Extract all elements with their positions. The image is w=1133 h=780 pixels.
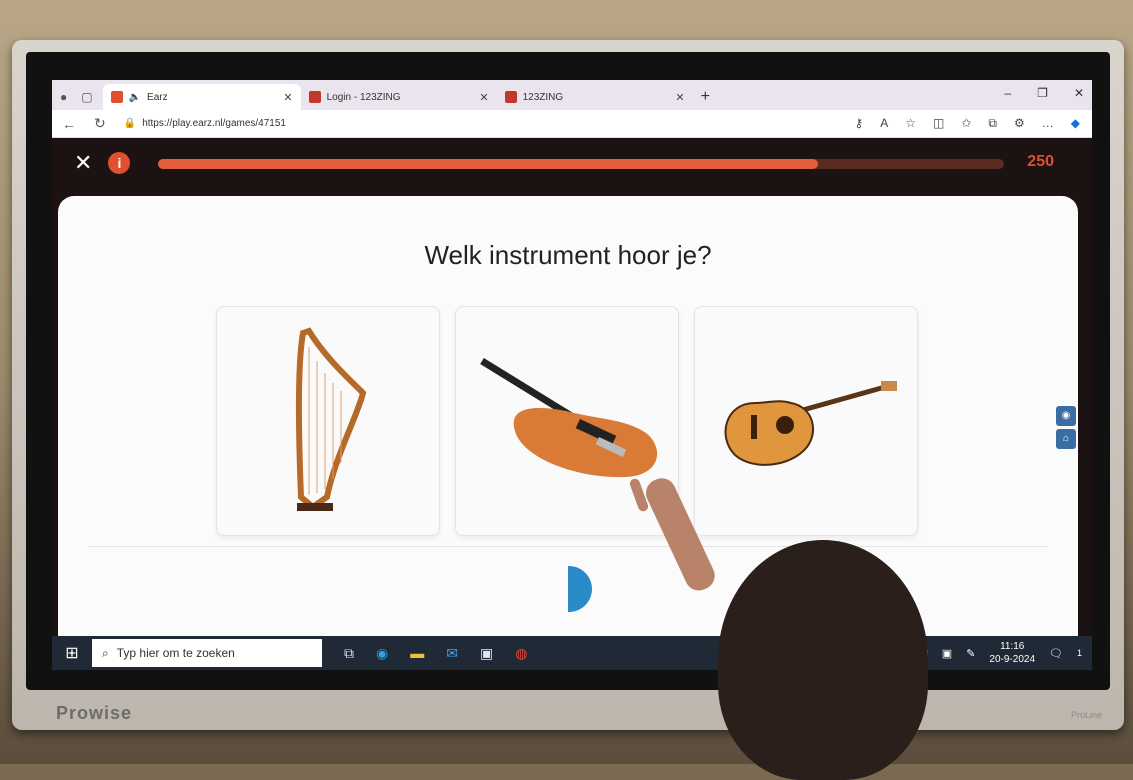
tab-label: Login - 123ZING xyxy=(327,92,401,103)
close-tab-icon[interactable]: ✕ xyxy=(675,91,684,104)
progress-bar xyxy=(158,159,1004,169)
copilot-icon[interactable]: ◆ xyxy=(1071,116,1080,131)
collections-icon[interactable]: ⧉ xyxy=(988,116,997,131)
123zing-favicon-icon xyxy=(309,91,321,103)
taskbar-search[interactable]: ⌕ Typ hier om te zoeken xyxy=(92,639,322,667)
key-icon[interactable]: ⚷ xyxy=(854,116,863,131)
tab-123zing[interactable]: 123ZING ✕ xyxy=(497,84,693,110)
side-record-button[interactable]: ◉ xyxy=(1056,406,1076,426)
address-bar: ← ↻ 🔒 https://play.earz.nl/games/47151 ⚷… xyxy=(52,110,1092,138)
123zing-favicon-icon xyxy=(505,91,517,103)
notification-count: 1 xyxy=(1077,648,1082,658)
favorites-icon[interactable]: ✩ xyxy=(961,116,971,131)
split-screen-icon[interactable]: ◫ xyxy=(933,116,944,131)
game-area: ✕ i 250 Welk instrument hoor je? xyxy=(52,138,1092,636)
child-head xyxy=(718,540,928,780)
mail-icon[interactable]: ✉ xyxy=(446,645,458,662)
close-game-button[interactable]: ✕ xyxy=(74,150,92,176)
window-close-icon[interactable]: ✕ xyxy=(1074,86,1084,100)
search-placeholder: Typ hier om te zoeken xyxy=(117,646,235,660)
tab-label: Earz xyxy=(147,92,168,103)
tab-earz[interactable]: 🔈 Earz ✕ xyxy=(103,84,301,110)
harp-icon xyxy=(217,307,441,537)
game-header: ✕ i 250 xyxy=(52,138,1092,188)
file-explorer-icon[interactable]: ▬ xyxy=(410,645,424,662)
option-harp[interactable] xyxy=(216,306,440,536)
minimize-icon[interactable]: – xyxy=(1004,86,1011,100)
more-menu-icon[interactable]: … xyxy=(1042,116,1054,131)
lock-icon: 🔒 xyxy=(124,118,136,129)
new-tab-button[interactable]: + xyxy=(693,84,718,110)
refresh-icon[interactable]: ↻ xyxy=(94,115,106,132)
side-home-button[interactable]: ⌂ xyxy=(1056,429,1076,449)
chrome-icon[interactable]: ◍ xyxy=(515,645,527,662)
close-tab-icon[interactable]: ✕ xyxy=(479,91,488,104)
speaker-icon: 🔈 xyxy=(129,92,141,103)
close-tab-icon[interactable]: ✕ xyxy=(283,91,292,104)
edge-icon[interactable]: ◉ xyxy=(376,645,388,662)
restore-icon[interactable]: ❐ xyxy=(1037,86,1048,100)
time: 11:16 xyxy=(989,640,1035,653)
url-field[interactable]: https://play.earz.nl/games/47151 xyxy=(142,118,286,129)
acoustic-guitar-icon xyxy=(695,307,919,537)
tab-login[interactable]: Login - 123ZING ✕ xyxy=(301,84,497,110)
divider xyxy=(88,546,1048,547)
date: 20-9-2024 xyxy=(989,653,1035,666)
store-icon[interactable]: ▣ xyxy=(480,645,493,662)
read-aloud-icon[interactable]: A xyxy=(880,116,888,131)
profile-icon[interactable]: ● xyxy=(60,90,67,104)
question-title: Welk instrument hoor je? xyxy=(58,240,1078,271)
score: 250 xyxy=(1027,153,1054,171)
brand-logo: Prowise xyxy=(56,703,132,724)
task-view-icon[interactable]: ⧉ xyxy=(344,645,354,662)
clock[interactable]: 11:16 20-9-2024 xyxy=(989,640,1035,666)
question-card: Welk instrument hoor je? xyxy=(58,196,1078,636)
pen-icon[interactable]: ✎ xyxy=(966,647,975,660)
audio-play-indicator[interactable] xyxy=(568,566,592,612)
info-button[interactable]: i xyxy=(108,152,130,174)
model-label: ProLine xyxy=(1071,710,1102,720)
tab-label: 123ZING xyxy=(523,92,564,103)
progress-fill xyxy=(158,159,818,169)
earz-favicon-icon xyxy=(111,91,123,103)
option-acoustic-guitar[interactable] xyxy=(694,306,918,536)
tray-app-icon[interactable]: ▣ xyxy=(942,647,952,660)
extensions-icon[interactable]: ⚙ xyxy=(1014,116,1025,131)
tab-bar: ● ▢ 🔈 Earz ✕ Login - 123ZING ✕ 123ZING ✕… xyxy=(52,80,1092,110)
search-icon: ⌕ xyxy=(102,646,109,661)
notification-icon[interactable]: 🗨 xyxy=(1049,647,1063,660)
windows-start-icon[interactable]: ⊞ xyxy=(52,643,92,663)
taskbar: ⊞ ⌕ Typ hier om te zoeken ⧉ ◉ ▬ ✉ ▣ ◍ ☁ … xyxy=(52,636,1092,670)
tab-actions-icon[interactable]: ▢ xyxy=(81,90,92,104)
favorite-star-icon[interactable]: ☆ xyxy=(905,116,916,131)
screen: ● ▢ 🔈 Earz ✕ Login - 123ZING ✕ 123ZING ✕… xyxy=(52,80,1092,670)
back-icon[interactable]: ← xyxy=(62,116,76,132)
